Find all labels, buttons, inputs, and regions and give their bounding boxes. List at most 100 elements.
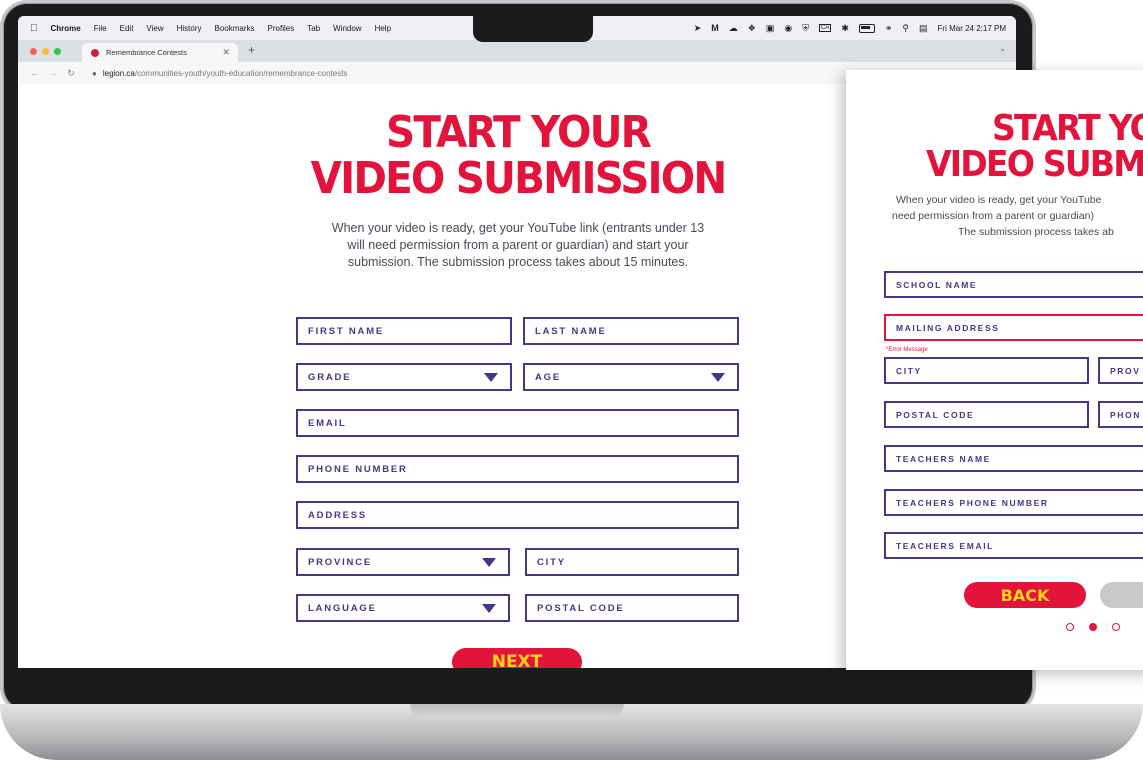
- ca-icon[interactable]: CA: [818, 24, 832, 32]
- step2-postal-code-field[interactable]: POSTAL CODE: [884, 401, 1089, 428]
- age-select[interactable]: AGE: [523, 363, 739, 391]
- intro-line-1: When your video is ready, get your YouTu…: [331, 221, 705, 235]
- city-field[interactable]: CITY: [525, 548, 739, 576]
- phone-number-field[interactable]: PHONE NUMBER: [296, 455, 739, 483]
- step2-phone-label: PHON: [1110, 409, 1141, 420]
- step2-city-label: CITY: [896, 365, 922, 376]
- shield-icon[interactable]: ⛨: [802, 23, 809, 34]
- screen-icon[interactable]: ▣: [766, 23, 775, 34]
- m-icon[interactable]: M: [711, 23, 719, 33]
- province-select[interactable]: PROVINCE: [296, 548, 510, 576]
- language-select[interactable]: LANGUAGE: [296, 594, 510, 622]
- step2-province-select[interactable]: PROV: [1098, 357, 1143, 384]
- step2-intro-line-2: need permission from a parent or guardia…: [892, 210, 1094, 222]
- next-button[interactable]: NEXT: [452, 648, 582, 668]
- address-field[interactable]: ADDRESS: [296, 501, 739, 529]
- teachers-name-label: TEACHERS NAME: [896, 453, 991, 464]
- tab-title: Remembrance Contests: [106, 48, 187, 57]
- back-arrow-icon[interactable]: ←: [28, 68, 42, 78]
- school-name-field[interactable]: SCHOOL NAME: [884, 271, 1143, 298]
- tab-close-icon[interactable]: ✕: [222, 47, 230, 58]
- step-indicator-1[interactable]: [1066, 623, 1074, 631]
- teachers-phone-field[interactable]: TEACHERS PHONE NUMBER: [884, 489, 1143, 516]
- step2-phone-field[interactable]: PHON: [1098, 401, 1143, 428]
- language-dropdown-arrow-icon[interactable]: [482, 604, 496, 613]
- mailing-address-label: MAILING ADDRESS: [896, 322, 1000, 333]
- province-label: PROVINCE: [308, 556, 373, 568]
- last-name-field[interactable]: LAST NAME: [523, 317, 739, 345]
- back-button[interactable]: BACK: [964, 582, 1086, 608]
- control-center-icon[interactable]: ▤: [919, 23, 928, 34]
- minimize-window-button[interactable]: [42, 48, 49, 55]
- email-field[interactable]: EMAIL: [296, 409, 739, 437]
- dropbox-icon[interactable]: ❖: [748, 23, 756, 34]
- menu-profiles[interactable]: Profiles: [268, 24, 295, 33]
- teachers-name-field[interactable]: TEACHERS NAME: [884, 445, 1143, 472]
- school-name-label: SCHOOL NAME: [896, 279, 978, 290]
- step-indicator-2-active[interactable]: [1089, 623, 1097, 631]
- url-path: /communities-youth/youth-education/remem…: [134, 68, 348, 78]
- tab-list-chevron-icon[interactable]: ⌄: [999, 44, 1006, 53]
- page-title-line-2: VIDEO SUBMISSION: [310, 153, 728, 204]
- url-field[interactable]: legion.ca/communities-youth/youth-educat…: [103, 69, 348, 78]
- search-icon[interactable]: ⚲: [902, 23, 909, 34]
- submission-form-step-2-card: START YO VIDEO SUBM When your video is r…: [846, 70, 1143, 670]
- bluetooth-icon[interactable]: ✱: [841, 23, 849, 34]
- menu-view[interactable]: View: [146, 24, 163, 33]
- first-name-label: FIRST NAME: [308, 325, 385, 337]
- phone-number-label: PHONE NUMBER: [308, 463, 408, 475]
- menu-bookmarks[interactable]: Bookmarks: [215, 24, 255, 33]
- mailing-address-error-message: *Error Message: [886, 347, 928, 353]
- email-label: EMAIL: [308, 417, 347, 429]
- step2-intro-line-3: The submission process takes ab: [958, 226, 1114, 238]
- new-tab-plus-icon[interactable]: +: [248, 43, 255, 57]
- laptop-hinge-notch: [410, 704, 624, 718]
- first-name-field[interactable]: FIRST NAME: [296, 317, 512, 345]
- teachers-email-field[interactable]: TEACHERS EMAIL: [884, 532, 1143, 559]
- wifi-icon[interactable]: ⚭: [885, 23, 893, 34]
- grade-dropdown-arrow-icon[interactable]: [484, 373, 498, 382]
- age-label: AGE: [535, 371, 561, 383]
- teachers-email-label: TEACHERS EMAIL: [896, 540, 994, 551]
- teachers-phone-label: TEACHERS PHONE NUMBER: [896, 497, 1049, 508]
- step2-postal-code-label: POSTAL CODE: [896, 409, 975, 420]
- menubar-datetime[interactable]: Fri Mar 24 2:17 PM: [938, 24, 1006, 33]
- reload-icon[interactable]: ↻: [64, 68, 78, 79]
- intro-line-3: submission. The submission process takes…: [347, 255, 689, 269]
- postal-code-label: POSTAL CODE: [537, 602, 625, 614]
- menu-window[interactable]: Window: [333, 24, 361, 33]
- browser-tab-active[interactable]: Remembrance Contests ✕: [82, 43, 238, 62]
- menu-tab[interactable]: Tab: [307, 24, 320, 33]
- camera-notch: [473, 16, 593, 42]
- step2-province-label: PROV: [1110, 365, 1141, 376]
- browser-tab-bar: Remembrance Contests ✕ + ⌄: [18, 40, 1016, 62]
- province-dropdown-arrow-icon[interactable]: [482, 558, 496, 567]
- menu-app-name[interactable]: Chrome: [51, 24, 81, 33]
- mailing-address-field[interactable]: MAILING ADDRESS: [884, 314, 1143, 341]
- menu-file[interactable]: File: [94, 24, 107, 33]
- menu-edit[interactable]: Edit: [120, 24, 134, 33]
- close-window-button[interactable]: [30, 48, 37, 55]
- menu-help[interactable]: Help: [375, 24, 391, 33]
- city-label: CITY: [537, 556, 566, 568]
- step2-next-button-disabled[interactable]: [1100, 582, 1143, 608]
- location-icon[interactable]: ➤: [694, 23, 702, 34]
- status-area: ➤ M ☁ ❖ ▣ ◉ ⛨ CA ✱ ⚭ ⚲ ▤ Fri Mar 24 2:17…: [694, 16, 1006, 40]
- intro-text: When your video is ready, get your YouTu…: [288, 220, 748, 271]
- menu-history[interactable]: History: [177, 24, 202, 33]
- step-indicator-3[interactable]: [1112, 623, 1120, 631]
- grade-select[interactable]: GRADE: [296, 363, 512, 391]
- age-dropdown-arrow-icon[interactable]: [711, 373, 725, 382]
- record-icon[interactable]: ◉: [784, 23, 792, 34]
- apple-icon[interactable]: : [30, 23, 38, 34]
- grade-label: GRADE: [308, 371, 352, 383]
- step2-title-line-2: VIDEO SUBM: [926, 144, 1143, 185]
- cloud-icon[interactable]: ☁: [729, 23, 738, 34]
- language-label: LANGUAGE: [308, 602, 377, 614]
- zoom-window-button[interactable]: [54, 48, 61, 55]
- page-title-line-1: START YOUR: [386, 107, 652, 158]
- postal-code-field[interactable]: POSTAL CODE: [525, 594, 739, 622]
- forward-arrow-icon[interactable]: →: [46, 68, 60, 78]
- step2-city-field[interactable]: CITY: [884, 357, 1089, 384]
- battery-icon[interactable]: [858, 23, 875, 33]
